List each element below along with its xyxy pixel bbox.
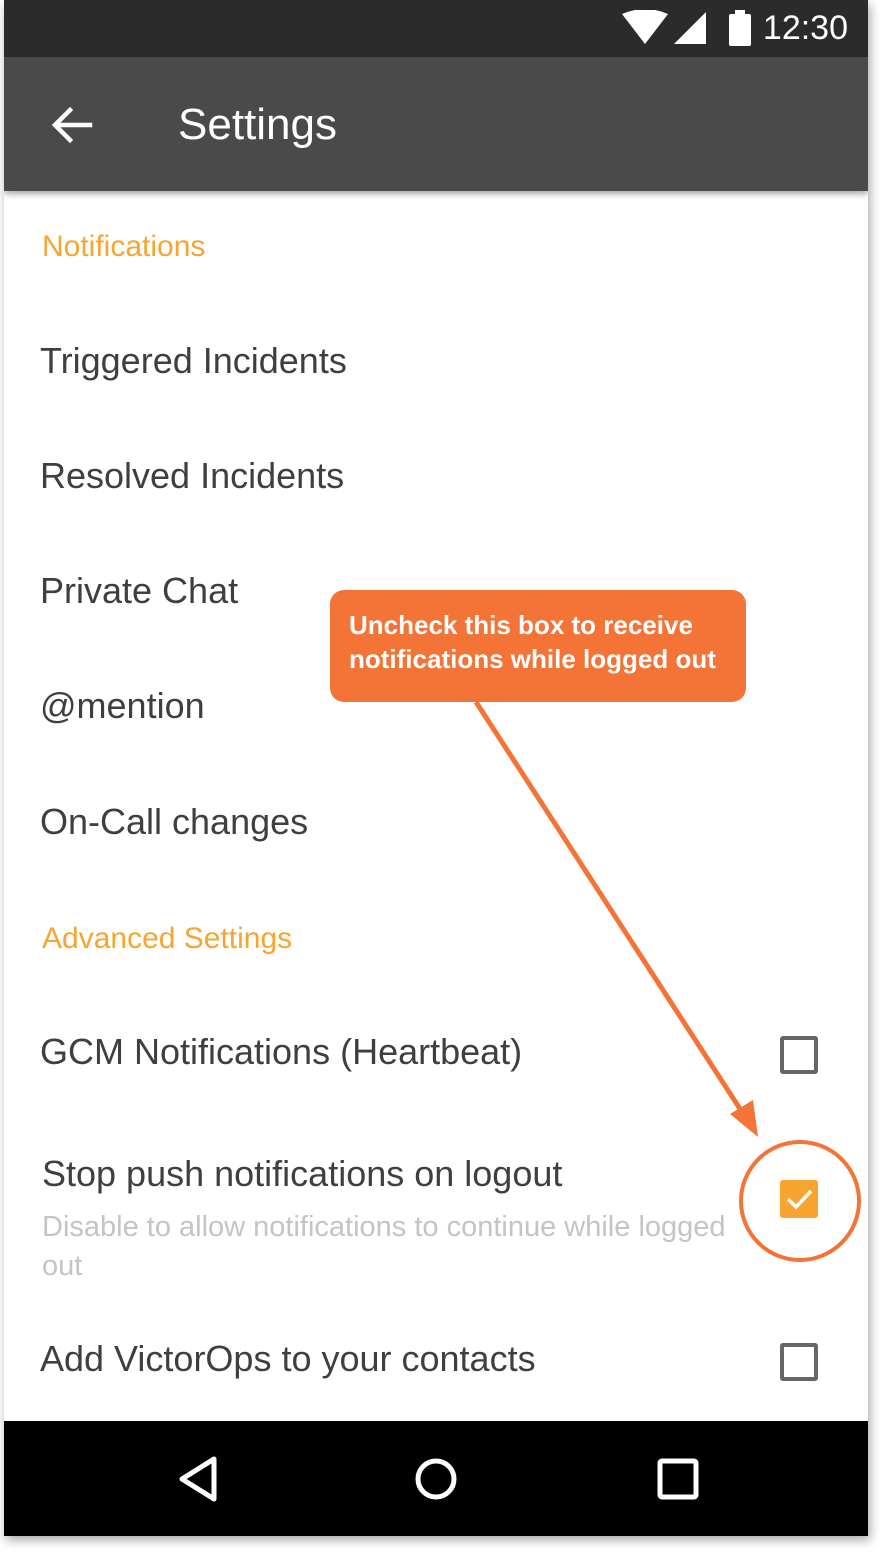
recents-square-icon[interactable] — [650, 1451, 706, 1507]
wifi-icon — [622, 10, 668, 44]
pref-label: Triggered Incidents — [40, 340, 347, 381]
pref-label: Resolved Incidents — [40, 455, 345, 496]
pref-add-victorops-contacts[interactable]: Add VictorOps to your contacts — [4, 1305, 868, 1415]
pref-label: @mention — [40, 685, 205, 726]
section-header-notifications: Notifications — [42, 230, 206, 263]
pref-label: GCM Notifications (Heartbeat) — [40, 1031, 523, 1072]
home-circle-icon[interactable] — [408, 1451, 464, 1507]
navigation-bar — [4, 1421, 868, 1536]
status-time: 12:30 — [762, 9, 848, 47]
pref-label: Private Chat — [40, 570, 239, 611]
page-title: Settings — [178, 100, 337, 149]
battery-icon — [729, 10, 751, 46]
checkmark-icon — [786, 1189, 813, 1210]
app-bar: Settings — [4, 57, 868, 191]
cellular-signal-icon — [674, 12, 706, 44]
add-contacts-checkbox[interactable] — [780, 1343, 818, 1381]
pref-label: On-Call changes — [40, 801, 309, 842]
pref-on-call-changes[interactable]: On-Call changes — [4, 766, 868, 876]
pref-gcm-notifications[interactable]: GCM Notifications (Heartbeat) — [4, 995, 868, 1110]
pref-label: Stop push notifications on logout — [42, 1153, 563, 1194]
status-bar: 12:30 — [4, 0, 868, 57]
phone-screen: 12:30 Settings Notifications Triggered I… — [4, 0, 868, 1536]
pref-resolved-incidents[interactable]: Resolved Incidents — [4, 420, 868, 530]
section-header-advanced-settings: Advanced Settings — [42, 922, 293, 955]
pref-label: Add VictorOps to your contacts — [40, 1338, 536, 1379]
annotation-callout: Uncheck this box to receive notification… — [330, 590, 746, 702]
gcm-notifications-checkbox[interactable] — [780, 1036, 818, 1074]
pref-summary: Disable to allow notifications to contin… — [42, 1211, 726, 1282]
stop-push-checkbox[interactable] — [780, 1180, 818, 1218]
arrow-left-icon[interactable] — [48, 101, 96, 149]
back-triangle-icon[interactable] — [170, 1451, 226, 1507]
pref-triggered-incidents[interactable]: Triggered Incidents — [4, 305, 868, 415]
